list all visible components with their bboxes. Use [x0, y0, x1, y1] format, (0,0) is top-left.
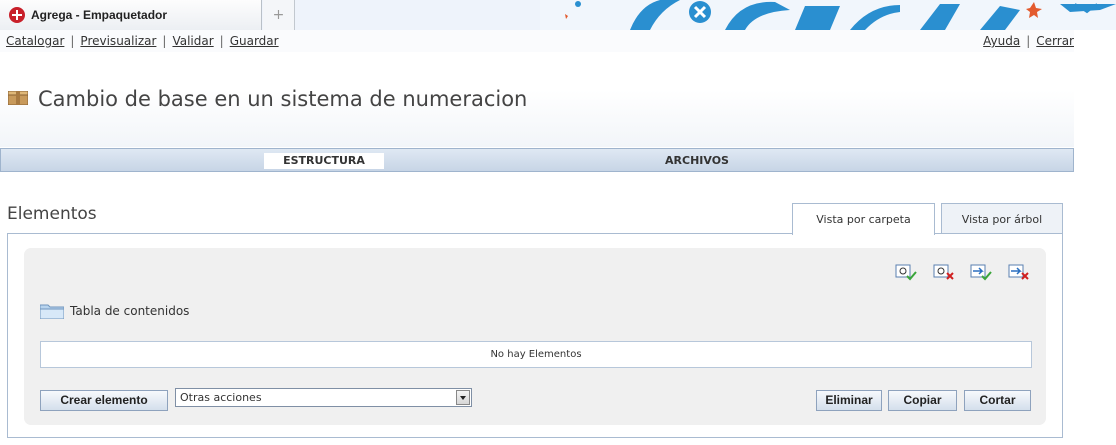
- validar-link[interactable]: Validar: [172, 34, 213, 48]
- catalogar-link[interactable]: Catalogar: [6, 34, 64, 48]
- main-tab-bar: ESTRUCTURA ARCHIVOS: [0, 148, 1074, 172]
- banner-decoration: [540, 0, 1116, 30]
- delete-button[interactable]: Eliminar: [816, 390, 882, 411]
- tab-estructura[interactable]: ESTRUCTURA: [264, 153, 384, 169]
- previsualizar-link[interactable]: Previsualizar: [80, 34, 156, 48]
- link-separator: |: [162, 34, 167, 48]
- copy-button[interactable]: Copiar: [888, 390, 957, 411]
- other-actions-value: Otras acciones: [180, 391, 262, 404]
- browser-tab-title: Agrega - Empaquetador: [31, 8, 168, 22]
- add-link-icon[interactable]: [970, 264, 992, 282]
- toc-tree-item[interactable]: Tabla de contenidos: [40, 303, 189, 319]
- app-link-bar: Catalogar | Previsualizar | Validar | Guardar …: [0, 30, 1074, 52]
- page-title: Cambio de base en un sistema de numeraci…: [38, 87, 528, 111]
- link-separator: |: [1026, 34, 1031, 48]
- elements-panel: Tabla de contenidos No hay Elementos Cre…: [7, 233, 1063, 438]
- folder-icon: [40, 304, 64, 319]
- page-header: Cambio de base en un sistema de numeraci…: [0, 52, 1074, 147]
- browser-tab[interactable]: Agrega - Empaquetador: [0, 0, 262, 30]
- chevron-down-icon[interactable]: [456, 390, 470, 405]
- create-element-button[interactable]: Crear elemento: [40, 390, 168, 411]
- link-separator: |: [219, 34, 224, 48]
- package-icon: [8, 91, 28, 105]
- ayuda-link[interactable]: Ayuda: [983, 34, 1020, 48]
- add-resource-icon[interactable]: [895, 264, 917, 282]
- tab-vista-arbol[interactable]: Vista por árbol: [941, 203, 1063, 234]
- browser-tab-strip: Agrega - Empaquetador +: [0, 0, 1116, 30]
- guardar-link[interactable]: Guardar: [230, 34, 279, 48]
- tab-vista-carpeta[interactable]: Vista por carpeta: [792, 203, 935, 235]
- elements-container: Tabla de contenidos No hay Elementos Cre…: [24, 248, 1046, 425]
- tab-archivos[interactable]: ARCHIVOS: [637, 153, 757, 169]
- secondary-actions: Ayuda | Cerrar: [983, 34, 1074, 48]
- cut-button[interactable]: Cortar: [964, 390, 1031, 411]
- section-title: Elementos: [7, 204, 97, 224]
- cerrar-link[interactable]: Cerrar: [1036, 34, 1074, 48]
- remove-resource-icon[interactable]: [933, 264, 955, 282]
- other-actions-select[interactable]: Otras acciones: [175, 388, 472, 407]
- new-tab-button[interactable]: +: [263, 0, 295, 30]
- agrega-favicon-icon: [9, 7, 25, 23]
- primary-actions: Catalogar | Previsualizar | Validar | Guardar: [6, 34, 279, 48]
- empty-elements-message: No hay Elementos: [40, 341, 1032, 368]
- toc-label: Tabla de contenidos: [70, 304, 190, 318]
- link-separator: |: [70, 34, 75, 48]
- remove-link-icon[interactable]: [1008, 264, 1030, 282]
